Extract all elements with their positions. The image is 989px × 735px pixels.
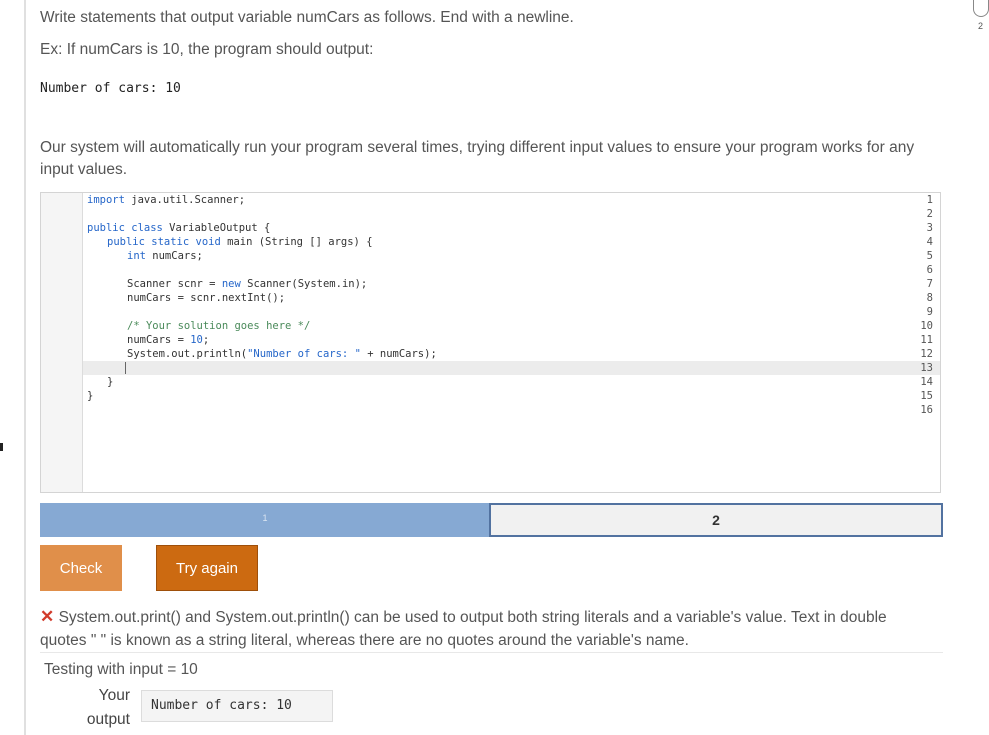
- code-text: java.util.Scanner;: [124, 194, 246, 206]
- left-border: [0, 0, 26, 735]
- code-text: Scanner scnr =: [127, 278, 222, 290]
- code-line-7: Scanner scnr = new Scanner(System.in);: [127, 278, 367, 290]
- line-number: 6: [926, 264, 933, 276]
- level-2-label: 2: [712, 512, 720, 528]
- line-number: 11: [920, 334, 933, 346]
- code-text: ;: [202, 334, 210, 346]
- code-line-1: import java.util.Scanner;: [87, 194, 245, 206]
- line-number: 2: [926, 208, 933, 220]
- line-number: 16: [920, 404, 933, 416]
- line-number: 10: [920, 320, 933, 332]
- string-literal: "Number of cars: ": [247, 348, 361, 360]
- code-text: numCars;: [145, 250, 203, 262]
- number-literal: 10: [190, 334, 203, 346]
- your-output-box: Number of cars: 10: [141, 690, 333, 722]
- code-line-11: numCars = 10;: [127, 334, 209, 346]
- instruction-text: Write statements that output variable nu…: [40, 9, 574, 26]
- system-note: Our system will automatically run your p…: [40, 139, 915, 178]
- code-line-15: }: [87, 390, 94, 402]
- line-number: 4: [926, 236, 933, 248]
- line-number: 9: [926, 306, 933, 318]
- example-text: Ex: If numCars is 10, the program should…: [40, 41, 374, 58]
- try-again-button[interactable]: Try again: [156, 545, 258, 591]
- keyword: public class: [87, 222, 163, 234]
- level-progress: 1 2: [40, 503, 943, 537]
- code-text: main (String [] args) {: [220, 236, 373, 248]
- keyword: public static void: [107, 236, 221, 248]
- line-number: 14: [920, 376, 933, 388]
- level-1-segment[interactable]: 1: [40, 503, 490, 537]
- line-number: 5: [926, 250, 933, 262]
- line-number: 12: [920, 348, 933, 360]
- line-number: 8: [926, 292, 933, 304]
- your-output-label: Your output: [80, 684, 130, 732]
- active-line-highlight: [83, 361, 940, 375]
- code-line-5: int numCars;: [127, 250, 203, 262]
- code-text: numCars =: [127, 334, 191, 346]
- level-2-segment[interactable]: 2: [489, 503, 943, 537]
- keyword: new: [221, 278, 241, 290]
- line-number: 3: [926, 222, 933, 234]
- left-marker: [0, 443, 3, 451]
- feedback-message: ✕ System.out.print() and System.out.prin…: [40, 605, 915, 652]
- your-output-value: Number of cars: 10: [151, 698, 292, 713]
- text-cursor: [125, 362, 126, 374]
- line-number: 13: [920, 362, 933, 374]
- code-line-4: public static void main (String [] args)…: [107, 236, 373, 248]
- check-button[interactable]: Check: [40, 545, 122, 591]
- line-number-gutter: [41, 193, 83, 492]
- code-editor[interactable]: 1 2 3 4 5 6 7 8 9 10 11 12 13 14 15 16 i…: [40, 192, 941, 493]
- x-icon: ✕: [40, 607, 55, 626]
- right-rail: 2: [953, 0, 989, 735]
- divider: [40, 652, 943, 653]
- line-number: 15: [920, 390, 933, 402]
- level-1-label: 1: [262, 513, 268, 523]
- rail-slot-icon[interactable]: [973, 0, 989, 17]
- code-line-12: System.out.println("Number of cars: " + …: [127, 348, 437, 360]
- keyword: int: [127, 250, 146, 262]
- keyword: import: [87, 194, 125, 206]
- rail-number: 2: [978, 21, 984, 31]
- code-text: Scanner(System.in);: [240, 278, 368, 290]
- code-line-14: }: [107, 376, 114, 388]
- your-output-label-line1: Your: [98, 687, 130, 704]
- code-text: + numCars);: [360, 348, 437, 360]
- code-text: VariableOutput {: [162, 222, 271, 234]
- code-line-10-comment: /* Your solution goes here */: [127, 320, 311, 332]
- line-number: 1: [926, 194, 933, 206]
- code-line-3: public class VariableOutput {: [87, 222, 270, 234]
- code-line-8: numCars = scnr.nextInt();: [127, 292, 286, 304]
- feedback-text: System.out.print() and System.out.printl…: [40, 609, 887, 649]
- your-output-label-line2: output: [86, 711, 130, 728]
- test-heading: Testing with input = 10: [44, 661, 198, 678]
- code-text: System.out.println(: [127, 348, 248, 360]
- line-number: 7: [926, 278, 933, 290]
- example-output: Number of cars: 10: [40, 81, 181, 96]
